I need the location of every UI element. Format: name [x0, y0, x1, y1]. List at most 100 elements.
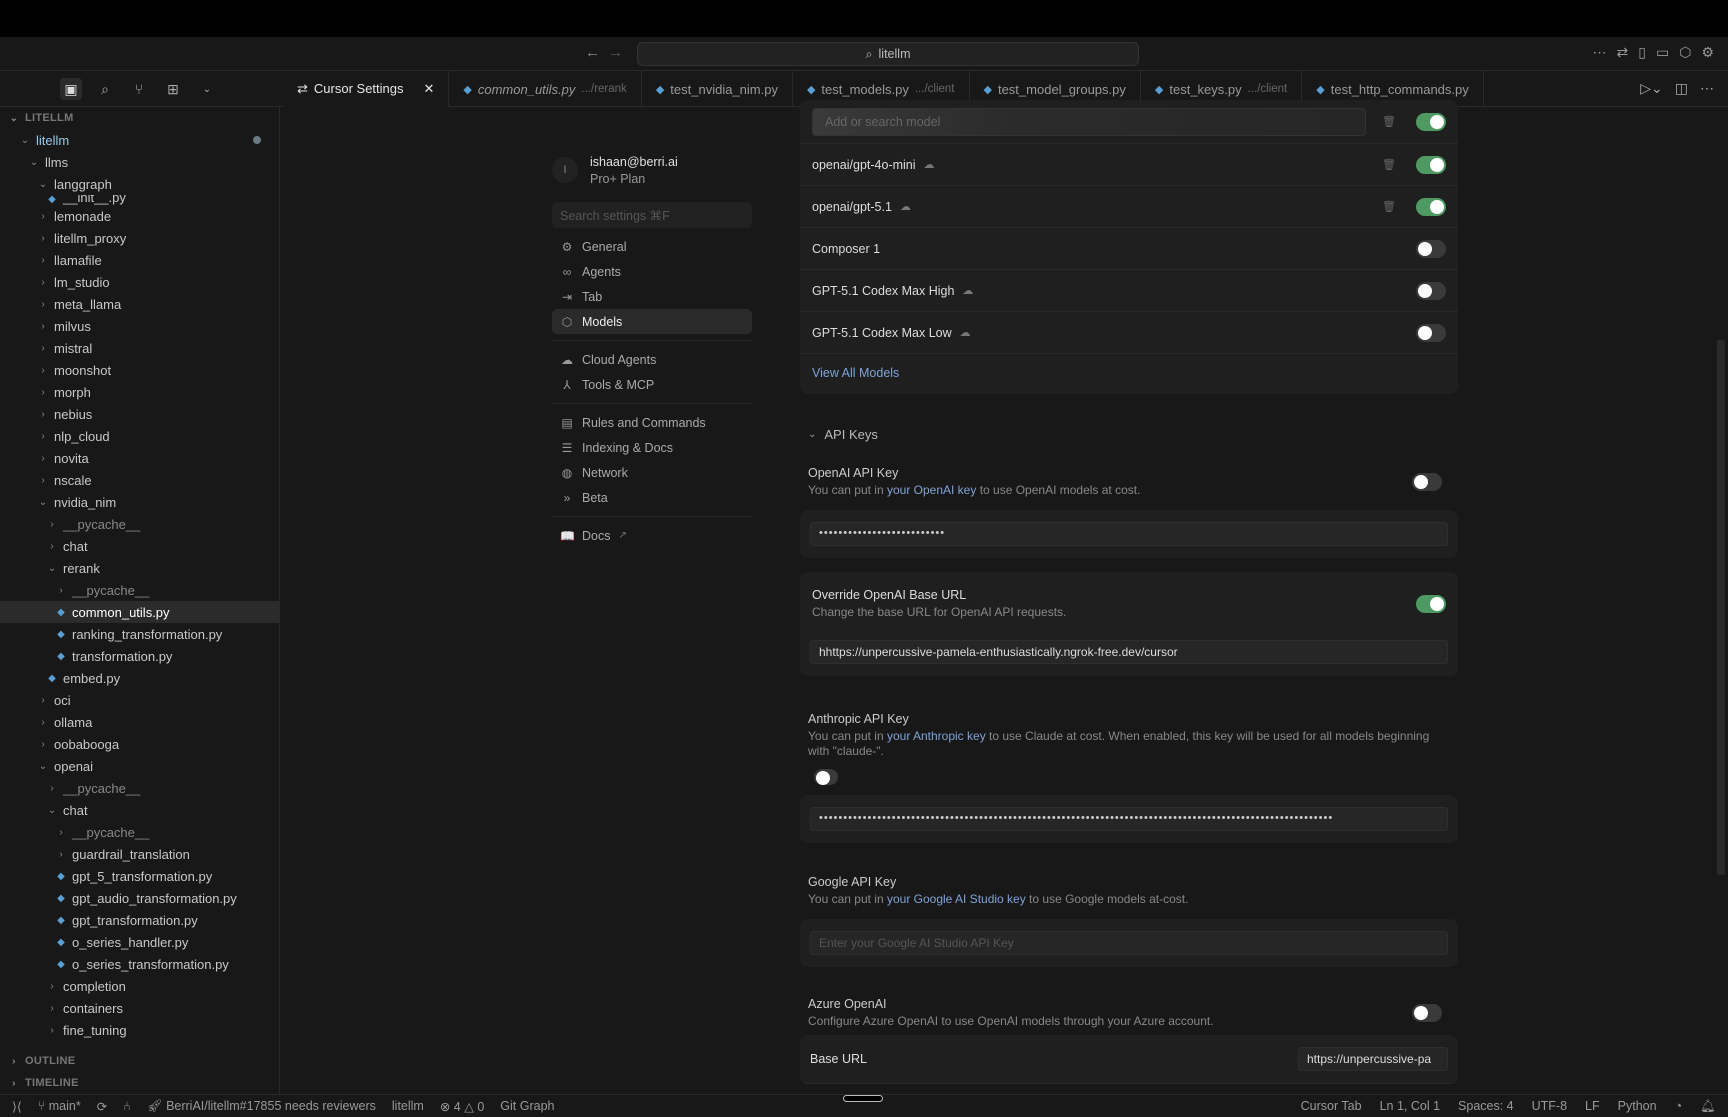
source-control-icon[interactable]: ⑂ [128, 78, 150, 100]
settings-scrollbar[interactable] [1717, 340, 1725, 875]
toggle-panel-icon[interactable]: ▭ [1656, 44, 1669, 61]
file-item[interactable]: ◆ gpt_audio_transformation.py [0, 887, 279, 909]
settings-nav-network[interactable]: ◍ Network [552, 460, 752, 485]
override-base-url-toggle[interactable] [1416, 595, 1446, 613]
pr-status[interactable]: 🚀︎ BerriAI/litellm#17855 needs reviewers [147, 1099, 376, 1114]
folder-item[interactable]: › chat [0, 535, 279, 557]
user-account[interactable]: I ishaan@berri.ai Pro+ Plan [552, 150, 752, 190]
openai-key-input[interactable]: •••••••••••••••••••••••••• [810, 522, 1448, 546]
model-toggle[interactable] [1416, 197, 1446, 216]
file-item[interactable]: ◆ o_series_transformation.py [0, 953, 279, 975]
folder-item[interactable]: › milvus [0, 315, 279, 337]
settings-nav-rules-and-commands[interactable]: ▤ Rules and Commands [552, 410, 752, 435]
folder-item[interactable]: › __pycache__ [0, 579, 279, 601]
run-icon[interactable]: ▷⌄ [1640, 80, 1663, 97]
folder-item[interactable]: › ollama [0, 711, 279, 733]
azure-base-url-input[interactable]: https://unpercussive-pa [1298, 1047, 1448, 1071]
eol-status[interactable]: LF [1585, 1099, 1600, 1113]
file-item[interactable]: ◆ gpt_5_transformation.py [0, 865, 279, 887]
cursor-position[interactable]: Ln 1, Col 1 [1380, 1099, 1440, 1113]
timeline-section[interactable]: › TIMELINE [0, 1072, 280, 1094]
file-item[interactable]: ◆ o_series_handler.py [0, 931, 279, 953]
cursor-tab-status[interactable]: Cursor Tab [1301, 1099, 1362, 1113]
close-icon[interactable]: ✕ [424, 81, 435, 97]
folder-item[interactable]: ⌄ rerank [0, 557, 279, 579]
branch-status[interactable]: ⑂ main* [38, 1099, 81, 1113]
openai-key-toggle[interactable] [1412, 473, 1442, 491]
model-toggle[interactable] [1416, 112, 1446, 131]
folder-item[interactable]: ⌄ openai [0, 755, 279, 777]
view-all-models-link[interactable]: View All Models [800, 354, 1458, 394]
files-icon[interactable]: ▣ [60, 78, 82, 100]
project-name[interactable]: litellm [392, 1099, 424, 1113]
folder-item[interactable]: › oobabooga [0, 733, 279, 755]
folder-item[interactable]: ⌄ litellm [0, 129, 279, 151]
encoding-status[interactable]: UTF-8 [1532, 1099, 1567, 1113]
folder-item[interactable]: › __pycache__ [0, 821, 279, 843]
model-toggle[interactable] [1416, 323, 1446, 342]
folder-item[interactable]: › lm_studio [0, 271, 279, 293]
settings-nav-agents[interactable]: ∞ Agents [552, 259, 752, 284]
api-keys-section-header[interactable]: ⌄ API Keys [800, 424, 1458, 444]
folder-item[interactable]: › litellm_proxy [0, 227, 279, 249]
model-toggle[interactable] [1416, 281, 1446, 300]
model-toggle[interactable] [1416, 155, 1446, 174]
file-item[interactable]: ◆ transformation.py [0, 645, 279, 667]
folder-item[interactable]: ⌄ llms [0, 151, 279, 173]
gear-icon[interactable]: ⚙ [1701, 44, 1714, 61]
openai-key-link[interactable]: your OpenAI key [887, 483, 976, 497]
tab-common-utils-py[interactable]: ◆ common_utils.py .../rerank [449, 71, 642, 107]
git-graph-icon[interactable]: ⑃ [123, 1099, 131, 1113]
folder-item[interactable]: › mistral [0, 337, 279, 359]
bell-icon[interactable]: 🔔︎ [1700, 1099, 1716, 1114]
folder-item[interactable]: › llamafile [0, 249, 279, 271]
folder-item[interactable]: › fine_tuning [0, 1019, 279, 1041]
settings-nav-cloud-agents[interactable]: ☁ Cloud Agents [552, 347, 752, 372]
file-item[interactable]: ◆ __init__.py [0, 195, 279, 205]
trash-icon[interactable]: 🗑 [1382, 200, 1396, 213]
settings-nav-tab[interactable]: ⇥ Tab [552, 284, 752, 309]
copilot-icon[interactable]: ◔ [1675, 1099, 1683, 1113]
cube-icon[interactable]: ⬡ [1679, 44, 1691, 61]
back-arrow-icon[interactable]: ← [585, 44, 608, 61]
folder-item[interactable]: › nscale [0, 469, 279, 491]
settings-nav-indexing-docs[interactable]: ☰ Indexing & Docs [552, 435, 752, 460]
model-search-input[interactable]: Add or search model [812, 107, 1367, 136]
folder-item[interactable]: › __pycache__ [0, 777, 279, 799]
folder-item[interactable]: › nlp_cloud [0, 425, 279, 447]
anthropic-key-input[interactable]: ••••••••••••••••••••••••••••••••••••••••… [810, 807, 1448, 831]
google-key-input[interactable]: Enter your Google AI Studio API Key [810, 931, 1448, 955]
swap-icon[interactable]: ⇄ [1617, 44, 1629, 61]
remote-icon[interactable]: ⟩⟨ [12, 1099, 22, 1114]
folder-item[interactable]: › meta_llama [0, 293, 279, 315]
override-base-url-input[interactable]: hhttps://unpercussive-pamela-enthusiasti… [810, 640, 1448, 664]
trash-icon[interactable]: 🗑 [1382, 115, 1396, 128]
toggle-sidebar-icon[interactable]: ▯ [1638, 44, 1646, 61]
file-item[interactable]: ◆ embed.py [0, 667, 279, 689]
folder-item[interactable]: › lemonade [0, 205, 279, 227]
chevron-down-icon[interactable]: ⌄ [196, 78, 218, 100]
folder-item[interactable]: › __pycache__ [0, 513, 279, 535]
folder-item[interactable]: ⌄ nvidia_nim [0, 491, 279, 513]
folder-item[interactable]: › nebius [0, 403, 279, 425]
git-graph-button[interactable]: Git Graph [500, 1099, 554, 1113]
file-item[interactable]: ◆ gpt_transformation.py [0, 909, 279, 931]
forward-arrow-icon[interactable]: → [608, 44, 631, 61]
azure-toggle[interactable] [1412, 1004, 1442, 1022]
folder-item[interactable]: › oci [0, 689, 279, 711]
trash-icon[interactable]: 🗑 [1382, 158, 1396, 171]
explorer-root-header[interactable]: ⌄ LITELLM [0, 107, 279, 129]
folder-item[interactable]: › containers [0, 997, 279, 1019]
folder-item[interactable]: › morph [0, 381, 279, 403]
file-item[interactable]: ◆ ranking_transformation.py [0, 623, 279, 645]
settings-nav-tools-mcp[interactable]: ⅄ Tools & MCP [552, 372, 752, 397]
folder-item[interactable]: ⌄ langgraph [0, 173, 279, 195]
settings-search-input[interactable]: Search settings ⌘F [552, 202, 752, 228]
settings-nav-docs[interactable]: 📖 Docs ↗ [552, 523, 752, 548]
tab-test-nvidia-nim-py[interactable]: ◆ test_nvidia_nim.py [642, 71, 793, 107]
settings-nav-general[interactable]: ⚙ General [552, 234, 752, 259]
folder-item[interactable]: ⌄ chat [0, 799, 279, 821]
settings-nav-models[interactable]: ⬡ Models [552, 309, 752, 334]
indentation-status[interactable]: Spaces: 4 [1458, 1099, 1514, 1113]
folder-item[interactable]: › guardrail_translation [0, 843, 279, 865]
